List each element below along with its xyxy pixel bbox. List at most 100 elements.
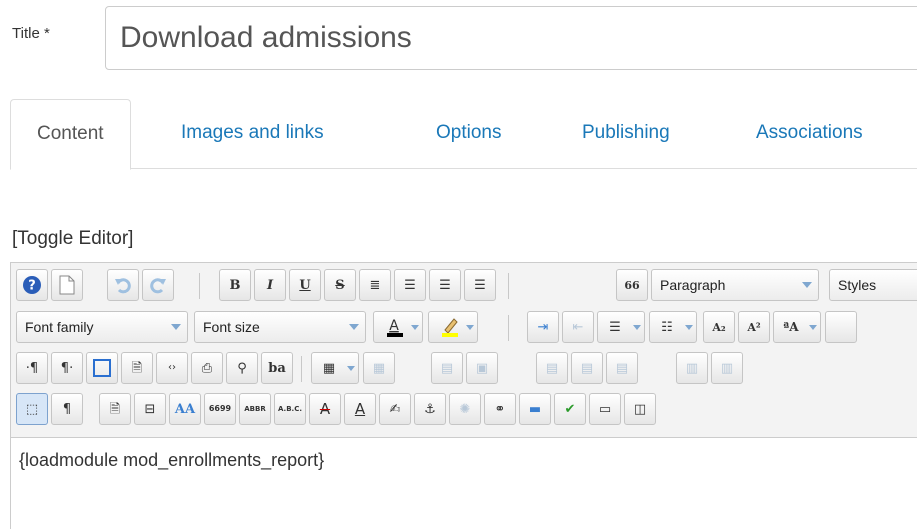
align-left-icon: ☰ — [439, 277, 451, 293]
bold-button[interactable]: B — [219, 269, 251, 301]
align-center-button[interactable]: ☰ — [394, 269, 426, 301]
col-after-icon: ▥ — [720, 360, 734, 376]
chevron-down-icon — [349, 324, 359, 330]
styles-props-button[interactable]: AA — [169, 393, 201, 425]
anchor-button[interactable]: ⚓ — [414, 393, 446, 425]
font-family-select-value: Font family — [25, 319, 94, 335]
fullscreen-button[interactable] — [86, 352, 118, 384]
citation-button[interactable]: 6699 — [204, 393, 236, 425]
tab-options[interactable]: Options — [410, 99, 527, 169]
toolbar-separator — [301, 356, 302, 382]
layer-icon: ◫ — [633, 401, 647, 417]
toolbar-overflow-button[interactable] — [825, 311, 857, 343]
italic-icon: I — [266, 277, 274, 293]
highlight-color-button[interactable] — [428, 311, 478, 343]
col-before-button[interactable]: ▥ — [676, 352, 708, 384]
bullet-list-button[interactable]: ☷ — [649, 311, 697, 343]
editor-content-area[interactable]: {loadmodule mod_enrollments_report} — [11, 437, 917, 529]
bold-icon: B — [229, 277, 241, 293]
row-before-icon: ▤ — [545, 360, 559, 376]
show-blocks-button[interactable]: ¶ — [51, 393, 83, 425]
toggle-editor-link[interactable]: [Toggle Editor] — [12, 228, 133, 250]
numbered-list-button[interactable]: ☰ — [597, 311, 645, 343]
col-after-button[interactable]: ▥ — [711, 352, 743, 384]
font-size-select[interactable]: Font size — [194, 311, 366, 343]
deletion-button[interactable]: A — [309, 393, 341, 425]
table-cell-icon: ▣ — [475, 360, 489, 376]
spellcheck-button[interactable]: ✔ — [554, 393, 586, 425]
underline-button[interactable]: U — [289, 269, 321, 301]
page-break-button[interactable]: ⊟ — [134, 393, 166, 425]
indent-button[interactable]: ⇥ — [527, 311, 559, 343]
delete-table-icon: ▦ — [372, 360, 386, 376]
delete-table-button[interactable]: ▦ — [363, 352, 395, 384]
image-button[interactable]: ▬ — [519, 393, 551, 425]
delete-row-button[interactable]: ▤ — [606, 352, 638, 384]
table-row-props-button[interactable]: ▤ — [431, 352, 463, 384]
tab-associations[interactable]: Associations — [730, 99, 889, 169]
unlink-button[interactable]: ✺ — [449, 393, 481, 425]
preview-button[interactable]: 🗎 — [121, 352, 153, 384]
styles-select[interactable]: Styles — [829, 269, 917, 301]
numbered-list-icon: ☰ — [609, 319, 621, 335]
undo-icon — [115, 278, 131, 294]
template-button[interactable]: 🗎 — [99, 393, 131, 425]
link-button[interactable]: ⚭ — [484, 393, 516, 425]
ltr-paragraph-icon: ·¶ — [25, 360, 39, 376]
search-replace-button[interactable]: ⚲ — [226, 352, 258, 384]
redo-icon — [150, 278, 166, 294]
italic-button[interactable]: I — [254, 269, 286, 301]
title-input[interactable] — [105, 6, 917, 70]
blockquote-icon: 66 — [624, 278, 640, 292]
blockquote-button[interactable]: 66 — [616, 269, 648, 301]
citation-icon: 6699 — [208, 404, 232, 413]
tab-content[interactable]: Content — [10, 99, 131, 170]
chevron-down-icon — [685, 325, 693, 330]
superscript-button[interactable]: A² — [738, 311, 770, 343]
table-cell-props-button[interactable]: ▣ — [466, 352, 498, 384]
subscript-button[interactable]: A₂ — [703, 311, 735, 343]
acronym-button[interactable]: A.B.C. — [274, 393, 306, 425]
font-color-button[interactable]: A — [373, 311, 423, 343]
print-button[interactable]: ⎙ — [191, 352, 223, 384]
baseline-button[interactable]: ba — [261, 352, 293, 384]
format-select[interactable]: Paragraph — [651, 269, 819, 301]
deletion-icon: A — [319, 399, 331, 418]
help-button[interactable]: ? — [16, 269, 48, 301]
attributes-icon: ✍ — [389, 401, 401, 417]
insert-table-button[interactable]: ▦ — [311, 352, 359, 384]
rtl-button[interactable]: ¶· — [51, 352, 83, 384]
chevron-down-icon — [809, 325, 817, 330]
title-label: Title * — [12, 25, 50, 42]
svg-text:?: ? — [28, 279, 36, 294]
align-justify-button[interactable]: ≣ — [359, 269, 391, 301]
insertion-button[interactable]: A — [344, 393, 376, 425]
chevron-down-icon — [171, 324, 181, 330]
align-right-button[interactable]: ☰ — [464, 269, 496, 301]
font-styles-icon: AA — [174, 401, 196, 417]
strikethrough-button[interactable]: S — [324, 269, 356, 301]
rtl-paragraph-icon: ¶· — [60, 360, 74, 376]
row-after-button[interactable]: ▤ — [571, 352, 603, 384]
tab-publishing[interactable]: Publishing — [556, 99, 696, 169]
attributes-button[interactable]: ✍ — [379, 393, 411, 425]
abbreviation-button[interactable]: ABBR — [239, 393, 271, 425]
outdent-button[interactable]: ⇤ — [562, 311, 594, 343]
source-code-button[interactable]: ‹› — [156, 352, 188, 384]
horizontal-rule-button[interactable]: ▭ — [589, 393, 621, 425]
align-left-button[interactable]: ☰ — [429, 269, 461, 301]
tab-images-and-links[interactable]: Images and links — [155, 99, 350, 169]
ltr-button[interactable]: ·¶ — [16, 352, 48, 384]
special-character-button[interactable]: ªA — [773, 311, 821, 343]
new-document-button[interactable] — [51, 269, 83, 301]
image-icon: ▬ — [528, 401, 542, 417]
table-row-icon: ▤ — [440, 360, 454, 376]
toolbar-separator — [199, 273, 200, 299]
layer-button[interactable]: ◫ — [624, 393, 656, 425]
align-justify-icon: ≣ — [369, 277, 381, 293]
font-family-select[interactable]: Font family — [16, 311, 188, 343]
undo-button[interactable] — [107, 269, 139, 301]
redo-button[interactable] — [142, 269, 174, 301]
visual-aid-button[interactable]: ⬚ — [16, 393, 48, 425]
row-before-button[interactable]: ▤ — [536, 352, 568, 384]
